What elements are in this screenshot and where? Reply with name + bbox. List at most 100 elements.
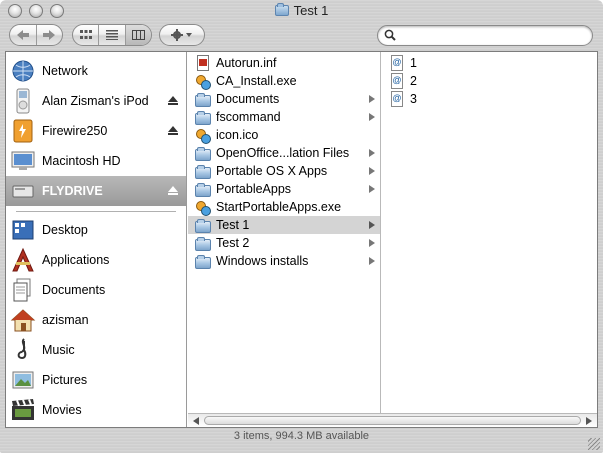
sidebar-item-label: Macintosh HD [42, 154, 121, 168]
sidebar-item-macintosh-hd[interactable]: Macintosh HD [6, 146, 186, 176]
title-bar[interactable]: Test 1 [0, 0, 603, 22]
disclosure-arrow-icon [369, 149, 375, 157]
list-item[interactable]: PortableApps [188, 180, 380, 198]
list-item[interactable]: Autorun.inf [188, 54, 380, 72]
list-item[interactable]: StartPortableApps.exe [188, 198, 380, 216]
list-item[interactable]: Portable OS X Apps [188, 162, 380, 180]
finder-window: Test 1 Network Alan Zisman's iPod Firewi… [0, 0, 603, 453]
list-item[interactable]: @3 [382, 90, 597, 108]
application-icon [195, 73, 211, 90]
folder-icon [195, 182, 211, 197]
scroll-left-button[interactable] [191, 415, 203, 427]
resize-grip-icon[interactable] [588, 438, 600, 450]
file-name: CA_Install.exe [216, 74, 297, 88]
sidebar-item-label: Movies [42, 403, 82, 417]
sidebar-item-label: azisman [42, 313, 89, 327]
ipod-icon [10, 88, 36, 114]
list-item[interactable]: @1 [382, 54, 597, 72]
sidebar-item-label: Documents [42, 283, 106, 297]
alias-file-icon: @ [391, 73, 403, 89]
list-item-selected[interactable]: Test 1 [188, 216, 380, 234]
scroll-right-button[interactable] [582, 415, 594, 427]
pictures-icon [10, 367, 36, 393]
alias-file-icon: @ [391, 91, 403, 107]
sidebar-item-applications[interactable]: Applications [6, 245, 186, 275]
action-menu-button[interactable] [159, 24, 205, 46]
music-icon [10, 337, 36, 363]
browser-content: Network Alan Zisman's iPod Firewire250 M… [5, 51, 598, 428]
folder-icon [195, 254, 211, 269]
sidebar-item-home[interactable]: azisman [6, 305, 186, 335]
column-flydrive: Autorun.inf CA_Install.exe Documents fsc… [188, 52, 381, 413]
list-item[interactable]: Windows installs [188, 252, 380, 270]
column-view-button[interactable] [125, 25, 151, 45]
home-icon [10, 307, 36, 333]
folder-name: OpenOffice...lation Files [216, 146, 350, 160]
action-cell[interactable] [160, 25, 204, 45]
sidebar-item-documents[interactable]: Documents [6, 275, 186, 305]
sidebar: Network Alan Zisman's iPod Firewire250 M… [6, 52, 187, 427]
disclosure-arrow-icon [369, 113, 375, 121]
list-item[interactable]: @2 [382, 72, 597, 90]
status-bar-text: 3 items, 994.3 MB available [233, 430, 370, 442]
list-item[interactable]: CA_Install.exe [188, 72, 380, 90]
disclosure-arrow-icon [369, 185, 375, 193]
sidebar-item-flydrive[interactable]: FLYDRIVE [6, 176, 186, 206]
application-icon [195, 199, 211, 216]
sidebar-item-label: FLYDRIVE [42, 184, 103, 198]
alias-file-icon: @ [391, 55, 403, 71]
sidebar-item-desktop[interactable]: Desktop [6, 215, 186, 245]
chevron-left-icon [193, 417, 199, 425]
list-item[interactable]: fscommand [188, 108, 380, 126]
eject-icon[interactable] [168, 96, 178, 106]
column-view-icon [131, 30, 145, 40]
disclosure-arrow-icon [369, 95, 375, 103]
view-control [72, 24, 152, 46]
list-item[interactable]: icon.ico [188, 126, 380, 144]
forward-button[interactable] [37, 25, 63, 45]
sidebar-item-movies[interactable]: Movies [6, 395, 186, 425]
toolbar [0, 22, 603, 50]
search-field[interactable] [377, 25, 593, 46]
folder-name: PortableApps [216, 182, 292, 196]
sidebar-item-music[interactable]: Music [6, 335, 186, 365]
eject-icon[interactable] [168, 186, 178, 196]
sidebar-item-pictures[interactable]: Pictures [6, 365, 186, 395]
back-arrow-icon [16, 30, 29, 40]
sidebar-item-label: Music [42, 343, 75, 357]
sidebar-item-network[interactable]: Network [6, 56, 186, 86]
list-item[interactable]: Documents [188, 90, 380, 108]
horizontal-scrollbar[interactable] [188, 413, 597, 427]
folder-icon [195, 92, 211, 107]
file-name: icon.ico [216, 128, 259, 142]
file-name: StartPortableApps.exe [216, 200, 342, 214]
search-icon [384, 29, 396, 41]
window-title: Test 1 [293, 3, 329, 18]
folder-icon [195, 218, 211, 233]
disclosure-arrow-icon [369, 257, 375, 265]
icon-view-button[interactable] [73, 25, 100, 45]
search-input[interactable] [400, 28, 586, 43]
hard-drive-icon [10, 148, 36, 174]
file-name: 2 [410, 74, 417, 88]
list-item[interactable]: OpenOffice...lation Files [188, 144, 380, 162]
window-title-wrap: Test 1 [0, 3, 603, 18]
scroll-track[interactable] [204, 416, 581, 425]
forward-arrow-icon [43, 30, 56, 40]
sidebar-item-label: Pictures [42, 373, 88, 387]
back-button[interactable] [10, 25, 37, 45]
sidebar-item-firewire250[interactable]: Firewire250 [6, 116, 186, 146]
list-view-button[interactable] [99, 25, 126, 45]
sidebar-item-ipod[interactable]: Alan Zisman's iPod [6, 86, 186, 116]
gear-icon [171, 29, 192, 41]
file-name: 3 [410, 92, 417, 106]
back-forward-control [9, 24, 63, 46]
folder-name: fscommand [216, 110, 281, 124]
folder-name: Portable OS X Apps [216, 164, 328, 178]
folder-icon [195, 164, 211, 179]
eject-icon[interactable] [168, 126, 178, 136]
usb-drive-icon [10, 178, 36, 204]
sidebar-item-label: Network [42, 64, 88, 78]
image-file-icon [195, 127, 211, 144]
list-item[interactable]: Test 2 [188, 234, 380, 252]
